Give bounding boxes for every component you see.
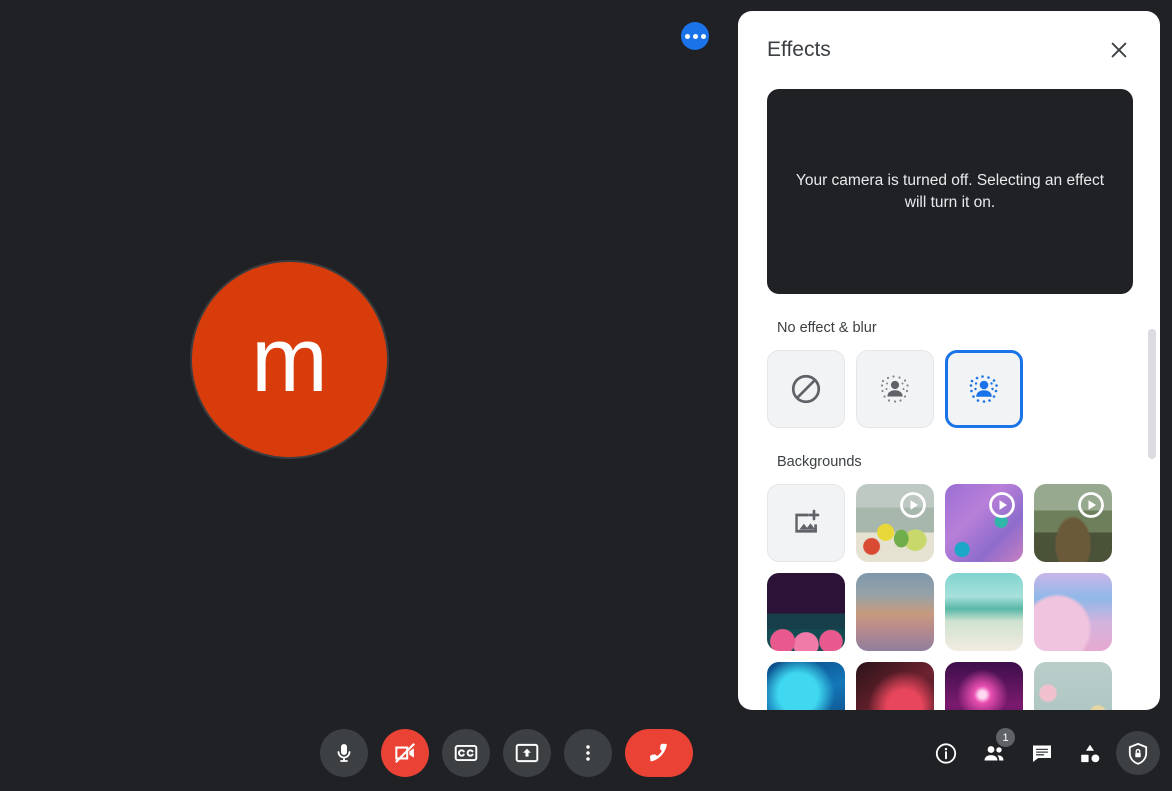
call-controls — [320, 729, 693, 777]
more-options-button[interactable] — [564, 729, 612, 777]
people-button[interactable]: 1 — [982, 728, 1015, 765]
close-button[interactable] — [1100, 31, 1138, 69]
background-forest[interactable] — [1034, 484, 1112, 562]
background-nebula[interactable] — [856, 662, 934, 710]
upload-background-button[interactable] — [767, 484, 845, 562]
backgrounds-grid — [767, 484, 1123, 710]
shield-lock-icon — [1128, 742, 1148, 765]
block-icon — [791, 374, 821, 404]
effect-blur[interactable] — [945, 350, 1023, 428]
section-title-no-effect-blur: No effect & blur — [777, 320, 877, 336]
no-effect-blur-row — [767, 350, 1132, 428]
bottom-toolbar: 1 — [0, 710, 1172, 791]
meeting-tools: 1 — [934, 728, 1160, 775]
chat-button[interactable] — [1030, 741, 1054, 765]
play-circle-icon — [900, 492, 926, 518]
chat-icon — [1033, 745, 1051, 762]
activities-icon — [1081, 744, 1100, 762]
background-purple-room[interactable] — [945, 484, 1023, 562]
play-circle-icon — [1078, 492, 1104, 518]
end-call-icon — [650, 743, 667, 762]
dot-icon — [700, 33, 706, 39]
background-aurora[interactable] — [767, 662, 845, 710]
effects-panel-body[interactable]: Your camera is turned off. Selecting an … — [738, 89, 1160, 710]
captions-button[interactable] — [442, 729, 490, 777]
video-stage: m — [0, 0, 738, 710]
meet-window: m Effects Your camera is turned off. Sel… — [0, 0, 1172, 791]
host-controls-button[interactable] — [1116, 731, 1160, 775]
more-options-floating-button[interactable] — [681, 22, 709, 50]
background-beach[interactable] — [945, 573, 1023, 651]
effects-panel-title: Effects — [767, 38, 831, 61]
background-fireworks[interactable] — [945, 662, 1023, 710]
blur-icon — [969, 375, 998, 403]
more-vert-icon — [586, 745, 590, 761]
dot-icon — [692, 33, 698, 39]
camera-preview: Your camera is turned off. Selecting an … — [767, 89, 1133, 294]
effects-panel: Effects Your camera is turned off. Selec… — [738, 11, 1160, 710]
scrollbar-thumb[interactable] — [1148, 329, 1156, 459]
effects-panel-header: Effects — [738, 11, 1160, 89]
present-button[interactable] — [503, 729, 551, 777]
background-pink-clouds[interactable] — [1034, 573, 1112, 651]
background-night-party[interactable] — [767, 573, 845, 651]
mic-icon — [337, 744, 351, 762]
play-circle-icon — [989, 492, 1015, 518]
dot-icon — [684, 33, 690, 39]
microphone-button[interactable] — [320, 729, 368, 777]
camera-off-message: Your camera is turned off. Selecting an … — [795, 172, 1105, 211]
info-icon — [935, 742, 957, 764]
background-kitchen[interactable] — [856, 484, 934, 562]
avatar: m — [192, 262, 387, 457]
camera-off-icon — [395, 743, 415, 763]
panel-scrollbar[interactable] — [1148, 97, 1156, 703]
background-flowers[interactable] — [1034, 662, 1112, 710]
slight-blur-icon — [880, 375, 909, 403]
activities-button[interactable] — [1078, 741, 1102, 765]
effect-no-effect[interactable] — [767, 350, 845, 428]
close-icon — [1111, 42, 1127, 58]
background-dusk-gradient[interactable] — [856, 573, 934, 651]
meeting-details-button[interactable] — [934, 741, 958, 765]
avatar-initial: m — [251, 308, 328, 411]
people-count-badge: 1 — [996, 728, 1015, 747]
cc-icon — [454, 744, 478, 762]
effect-slight-blur[interactable] — [856, 350, 934, 428]
add-image-icon — [795, 509, 820, 533]
camera-button[interactable] — [381, 729, 429, 777]
present-screen-icon — [515, 743, 539, 763]
section-title-backgrounds: Backgrounds — [777, 454, 862, 470]
leave-call-button[interactable] — [625, 729, 693, 777]
